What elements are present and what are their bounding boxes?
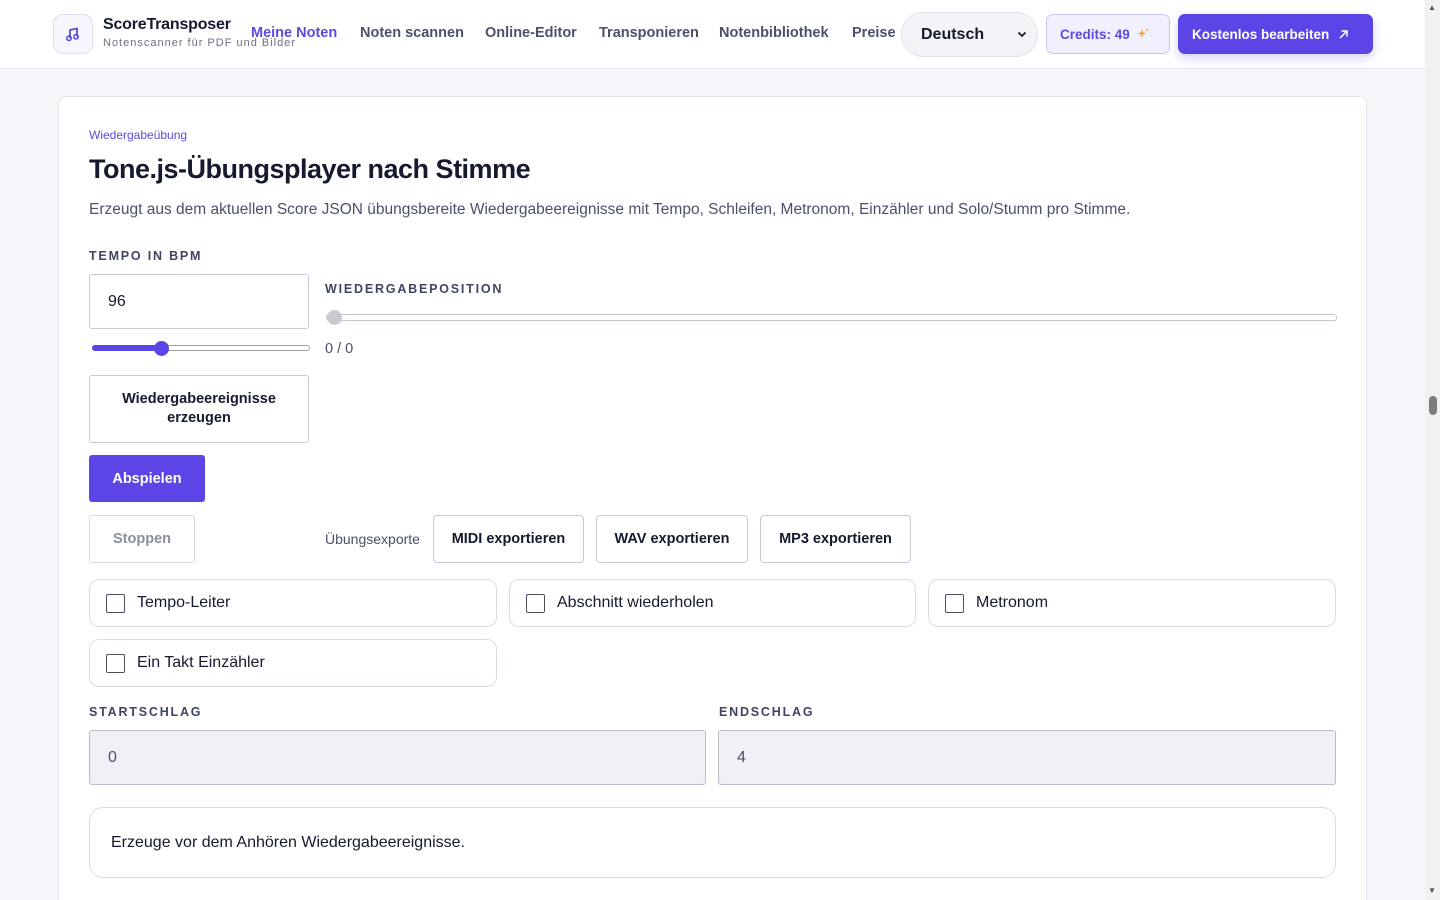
nav-preise[interactable]: Preise: [852, 25, 896, 41]
start-beat-label: STARTSCHLAG: [89, 705, 203, 719]
section-title: Tone.js-Übungsplayer nach Stimme: [89, 154, 531, 184]
option-metronom[interactable]: Metronom: [928, 579, 1336, 627]
app-logo-icon[interactable]: [53, 14, 93, 54]
option-label: Abschnitt wiederholen: [557, 594, 714, 611]
tempo-input[interactable]: 96: [89, 274, 309, 329]
nav-online-editor[interactable]: Online-Editor: [485, 25, 577, 41]
scrollbar-thumb[interactable]: [1429, 396, 1437, 415]
sparkle-icon: [1137, 29, 1148, 38]
nav-meine-noten[interactable]: Meine Noten: [251, 25, 337, 41]
stop-button[interactable]: Stoppen: [89, 515, 195, 563]
export-label: Übungsexporte: [325, 531, 420, 547]
page-scrollbar[interactable]: ▲ ▼: [1425, 0, 1440, 900]
chevron-down-icon: [1017, 31, 1027, 38]
section-description: Erzeugt aus dem aktuellen Score JSON übu…: [89, 201, 1131, 218]
option-label: Ein Takt Einzähler: [137, 654, 265, 671]
playback-position-slider[interactable]: [326, 314, 1337, 321]
start-beat-input[interactable]: 0: [89, 730, 706, 785]
playback-position-thumb[interactable]: [327, 310, 342, 325]
credits-badge[interactable]: Credits: 49: [1046, 14, 1170, 54]
tempo-slider-fill: [92, 345, 162, 351]
tempo-label: TEMPO IN BPM: [89, 249, 203, 263]
language-select[interactable]: Deutsch: [901, 12, 1038, 57]
generate-events-button[interactable]: Wiedergabeereignisse erzeugen: [89, 375, 309, 443]
credits-text: Credits: 49: [1060, 26, 1130, 42]
scroll-up-icon[interactable]: ▲: [1428, 3, 1436, 12]
export-midi-button[interactable]: MIDI exportieren: [433, 515, 584, 563]
einzaehler-checkbox[interactable]: [106, 653, 125, 673]
abschnitt-wiederholen-checkbox[interactable]: [526, 593, 545, 613]
brand-name[interactable]: ScoreTransposer: [103, 16, 231, 34]
export-wav-button[interactable]: WAV exportieren: [596, 515, 748, 563]
nav-transponieren[interactable]: Transponieren: [599, 25, 699, 41]
metronom-checkbox[interactable]: [945, 593, 964, 613]
section-eyebrow: Wiedergabeübung: [89, 128, 188, 142]
playback-position-readout: 0 / 0: [325, 341, 354, 357]
play-button[interactable]: Abspielen: [89, 455, 205, 502]
end-beat-label: ENDSCHLAG: [719, 705, 815, 719]
export-mp3-button[interactable]: MP3 exportieren: [760, 515, 911, 563]
option-tempo-leiter[interactable]: Tempo-Leiter: [89, 579, 497, 627]
option-einzaehler[interactable]: Ein Takt Einzähler: [89, 639, 497, 687]
language-select-value: Deutsch: [921, 25, 985, 43]
position-label: WIEDERGABEPOSITION: [325, 282, 504, 296]
scroll-down-icon[interactable]: ▼: [1428, 886, 1436, 895]
arrow-up-right-icon: [1339, 29, 1349, 39]
option-label: Metronom: [976, 594, 1049, 611]
nav-notenbibliothek[interactable]: Notenbibliothek: [719, 25, 829, 41]
option-label: Tempo-Leiter: [137, 594, 231, 611]
nav-noten-scannen[interactable]: Noten scannen: [360, 25, 464, 41]
tempo-leiter-checkbox[interactable]: [106, 593, 125, 613]
kostenlos-bearbeiten-button[interactable]: Kostenlos bearbeiten: [1178, 14, 1373, 54]
status-message: Erzeuge vor dem Anhören Wiedergabeereign…: [89, 807, 1336, 878]
end-beat-input[interactable]: 4: [718, 730, 1336, 785]
option-abschnitt-wiederholen[interactable]: Abschnitt wiederholen: [509, 579, 916, 627]
cta-label: Kostenlos bearbeiten: [1192, 26, 1330, 42]
tempo-slider-thumb[interactable]: [154, 341, 169, 356]
top-navbar: ScoreTransposer Notenscanner für PDF und…: [0, 0, 1425, 69]
